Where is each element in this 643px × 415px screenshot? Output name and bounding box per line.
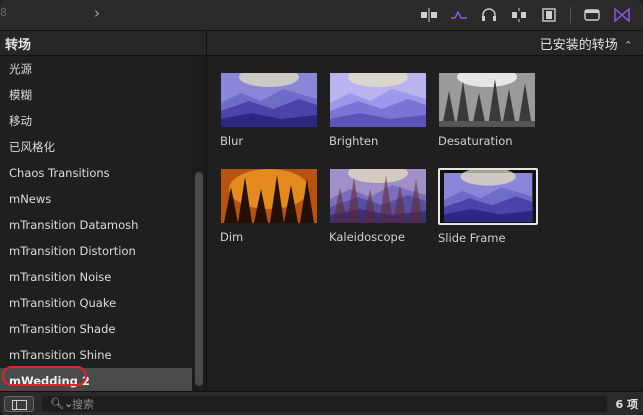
transition-thumbnail[interactable] <box>438 168 538 225</box>
sidebar-item[interactable]: 移动 <box>0 108 192 134</box>
sidebar-item[interactable]: mTransition Shine <box>0 342 192 368</box>
transition-thumbnail[interactable] <box>438 72 536 128</box>
sidebar-item[interactable]: 已风格化 <box>0 134 192 160</box>
sidebar-item[interactable]: 光源 <box>0 56 192 82</box>
sidebar-item[interactable]: mTransition Noise <box>0 264 192 290</box>
sidebar-item[interactable]: mTransition Quake <box>0 290 192 316</box>
transition-thumbnail[interactable] <box>329 72 427 128</box>
transition-thumbnail[interactable] <box>220 72 318 128</box>
audio-waveform-icon[interactable] <box>444 5 474 25</box>
sidebar-item[interactable]: mTransition Shade <box>0 316 192 342</box>
transition-tile[interactable]: Dim <box>220 168 318 244</box>
transition-thumbnail[interactable] <box>220 168 318 224</box>
toggle-view-button[interactable] <box>4 396 34 412</box>
highlight-circle <box>2 366 87 386</box>
toolbar-icons <box>414 5 637 25</box>
transitions-browser-window: 8 › 转场 已安装的转场 ⌃︎ 光源 模糊 移动 已风格化 Chaos Tra… <box>0 0 643 415</box>
transition-icon[interactable] <box>607 5 637 25</box>
sidebar-list: 光源 模糊 移动 已风格化 Chaos Transitions mNews mTransit… <box>0 56 192 394</box>
search-icon: 🔍︎⌄ <box>50 397 74 410</box>
sidebar-item[interactable]: mTransition Distortion <box>0 238 192 264</box>
sidebar-scrollbar[interactable] <box>195 172 203 386</box>
item-count: 6 项 <box>615 398 638 411</box>
transition-thumbnail[interactable] <box>329 168 427 224</box>
top-toolbar: 8 › <box>0 0 643 31</box>
transition-tile[interactable]: Brighten <box>329 72 427 148</box>
bottom-bar: 🔍︎⌄ 6 项 <box>0 391 643 415</box>
transition-label: Brighten <box>329 134 379 148</box>
transition-label: Slide Frame <box>438 231 506 245</box>
search-field[interactable]: 🔍︎⌄ <box>42 396 607 412</box>
transition-tile[interactable]: Blur <box>220 72 318 148</box>
transition-label: Blur <box>220 134 244 148</box>
sidebar: 光源 模糊 移动 已风格化 Chaos Transitions mNews mTransit… <box>0 56 207 394</box>
headphones-icon[interactable] <box>474 5 504 25</box>
toolbar-divider <box>570 7 571 23</box>
transition-tile[interactable]: Kaleidoscope <box>329 168 427 244</box>
sidebar-title: 转场 <box>5 38 32 53</box>
transition-label: Dim <box>220 230 244 244</box>
updown-chevron-icon: ⌃︎ <box>623 39 633 52</box>
header-divider <box>206 31 207 55</box>
transition-tile[interactable]: Slide Frame <box>438 168 538 245</box>
transition-tile[interactable]: Desaturation <box>438 72 536 148</box>
sidebar-item[interactable]: mTransition Datamosh <box>0 212 192 238</box>
sidebar-item[interactable]: mNews <box>0 186 192 212</box>
transition-label: Desaturation <box>438 134 513 148</box>
snap-icon[interactable] <box>504 5 534 25</box>
installed-transitions-label: 已安装的转场 <box>539 38 618 53</box>
transitions-grid: Blur Brighten Desaturation Dim Kaleidoscop… <box>207 56 643 390</box>
window-icon[interactable] <box>577 5 607 25</box>
installed-transitions-popup[interactable]: 已安装的转场 ⌃︎ <box>540 34 633 53</box>
sidebar-item[interactable]: 模糊 <box>0 82 192 108</box>
browser-header: 转场 已安装的转场 ⌃︎ <box>0 31 643 56</box>
sidebar-toggle-icon <box>12 400 27 410</box>
chevron-right-icon[interactable]: › <box>94 4 100 22</box>
filmstrip-icon[interactable] <box>534 5 564 25</box>
split-clip-icon[interactable] <box>414 5 444 25</box>
toolbar-left-digit: 8 <box>0 6 7 19</box>
transition-label: Kaleidoscope <box>329 230 405 244</box>
sidebar-item[interactable]: Chaos Transitions <box>0 160 192 186</box>
search-input[interactable] <box>72 396 592 412</box>
